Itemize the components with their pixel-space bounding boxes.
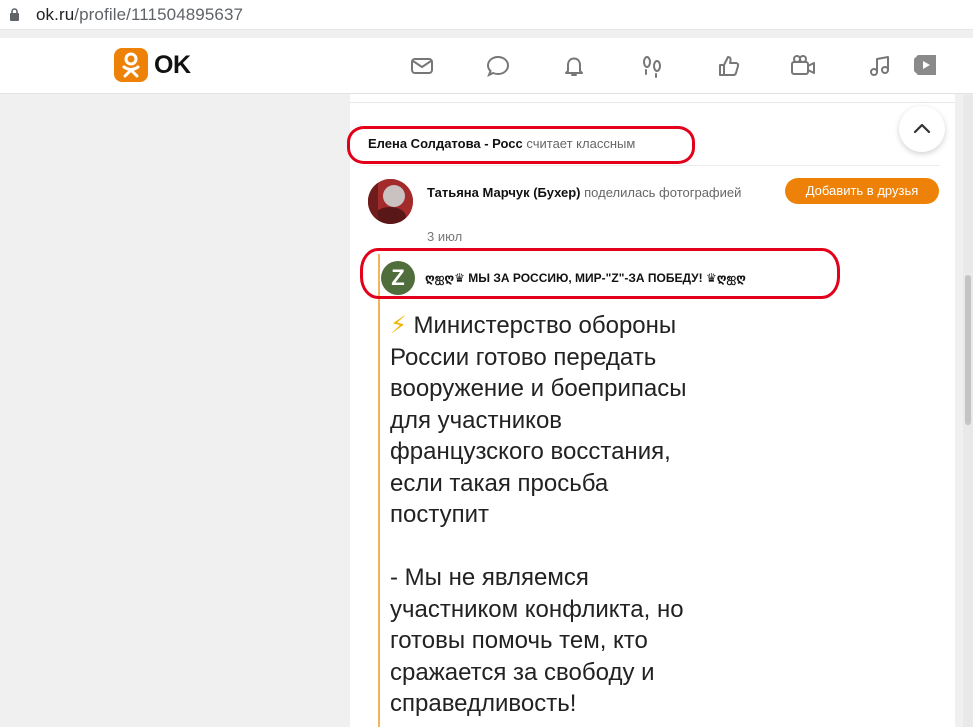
mail-icon[interactable] (409, 53, 435, 79)
reshare-bar (378, 254, 380, 727)
tv-icon[interactable] (912, 53, 938, 79)
like-icon[interactable] (716, 53, 742, 79)
image-text-line: ⚡ Министерство обороны (390, 310, 930, 342)
lock-icon (10, 8, 19, 21)
image-text-line-7: поступит (390, 501, 489, 528)
image-text-line-12: справедливость! (390, 690, 577, 717)
url-path: /profile/111504895637 (74, 5, 244, 24)
image-text-line-6: если такая просьба (390, 469, 609, 497)
image-text-line-8: - Мы не являемся (390, 564, 589, 591)
scrollbar-thumb[interactable] (965, 275, 971, 425)
post-image-text[interactable]: ⚡ Министерство обороны России готово пер… (390, 310, 930, 720)
author-action-text: поделилась фотографией (584, 185, 742, 200)
chat-icon[interactable] (485, 53, 511, 79)
footprints-icon[interactable] (639, 53, 665, 79)
add-friend-button[interactable]: Добавить в друзья (785, 178, 939, 204)
ok-logo-icon[interactable] (114, 48, 148, 82)
url-domain: ok.ru (36, 5, 75, 24)
red-highlight-action (347, 126, 695, 164)
red-highlight-group (360, 248, 840, 299)
author-avatar[interactable] (368, 179, 413, 224)
scroll-to-top-button[interactable] (899, 106, 945, 152)
page-scrollbar[interactable] (963, 95, 973, 727)
image-text-line-9: участником конфликта, но (390, 595, 684, 623)
logo-text[interactable]: OK (154, 51, 191, 80)
card-divider (350, 102, 955, 103)
post-date[interactable]: 3 июл (427, 229, 462, 244)
address-bar[interactable]: ok.ru/profile/111504895637 (0, 0, 973, 30)
music-icon[interactable] (867, 53, 893, 79)
bell-icon[interactable] (561, 53, 587, 79)
divider (368, 165, 940, 166)
top-navigation: OK (0, 38, 973, 94)
image-text-line-5: французского восстания, (390, 438, 671, 465)
image-text-line-10: готовы помочь тем, кто (390, 627, 648, 654)
feed-card: Елена Солдатова - Росс считает классным … (347, 94, 955, 727)
image-text-line-2: России готово передать (390, 343, 657, 371)
post-author-line: Татьяна Марчук (Бухер) поделилась фотогр… (427, 182, 757, 204)
image-text-line-3: вооружение и боеприпасы (390, 375, 687, 402)
chevron-up-icon (913, 123, 931, 134)
url-text[interactable]: ok.ru/profile/111504895637 (36, 5, 243, 25)
author-name-link[interactable]: Татьяна Марчук (Бухер) (427, 185, 581, 200)
video-icon[interactable] (790, 53, 816, 79)
lightning-icon: ⚡ (390, 312, 407, 339)
image-text-line-11: сражается за свободу и (390, 658, 655, 686)
image-text-line-4: для участников (390, 406, 563, 434)
image-text-line-1: Министерство обороны (413, 312, 677, 339)
